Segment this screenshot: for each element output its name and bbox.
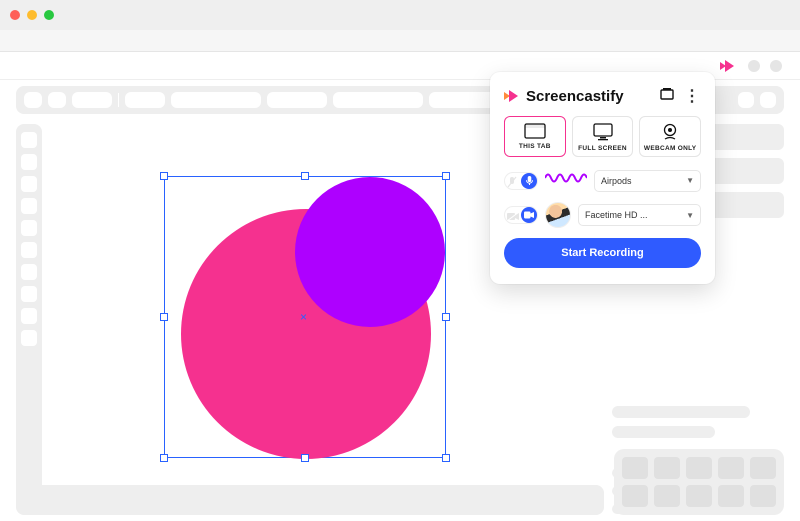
tool-slot[interactable] bbox=[21, 330, 37, 346]
swatch[interactable] bbox=[750, 485, 776, 507]
tool-slot[interactable] bbox=[21, 132, 37, 148]
resize-handle-w[interactable] bbox=[160, 313, 168, 321]
screencastify-popup: Screencastify ⋮ THIS TAB FULL SCREEN WEB… bbox=[490, 72, 715, 284]
camera-device-value: Facetime HD ... bbox=[585, 210, 648, 220]
brand-logo: Screencastify bbox=[504, 88, 624, 105]
mode-full-screen[interactable]: FULL SCREEN bbox=[572, 116, 634, 157]
mode-label: FULL SCREEN bbox=[578, 145, 627, 152]
video-camera-icon bbox=[524, 211, 534, 219]
bottom-bar bbox=[16, 485, 604, 515]
swatch-grid bbox=[614, 449, 784, 515]
resize-handle-ne[interactable] bbox=[442, 172, 450, 180]
audio-waveform-icon bbox=[545, 169, 587, 192]
screencastify-extension-icon[interactable] bbox=[720, 59, 738, 73]
mode-label: THIS TAB bbox=[519, 143, 551, 150]
mic-muted-icon bbox=[507, 175, 517, 193]
browser-titlebar bbox=[0, 0, 800, 30]
webcam-icon bbox=[660, 123, 680, 141]
maximize-window-icon[interactable] bbox=[44, 10, 54, 20]
microphone-row: Airpods ▼ bbox=[504, 169, 701, 192]
camera-device-select[interactable]: Facetime HD ... ▼ bbox=[578, 204, 701, 226]
tool-slot[interactable] bbox=[21, 242, 37, 258]
tool-slot[interactable] bbox=[21, 286, 37, 302]
webcam-preview-avatar bbox=[545, 202, 571, 228]
tool-slot[interactable] bbox=[21, 154, 37, 170]
selection-center-icon: × bbox=[300, 312, 307, 322]
camera-off-icon bbox=[507, 209, 519, 227]
swatch[interactable] bbox=[654, 457, 680, 479]
extension-placeholder-icon bbox=[770, 60, 782, 72]
menu-kebab-icon[interactable]: ⋮ bbox=[684, 86, 701, 106]
microphone-toggle[interactable] bbox=[504, 172, 538, 190]
tool-slot[interactable] bbox=[21, 220, 37, 236]
monitor-icon bbox=[592, 123, 614, 141]
chevron-down-icon: ▼ bbox=[686, 211, 694, 220]
browser-tab-strip bbox=[0, 30, 800, 52]
camera-toggle[interactable] bbox=[504, 206, 538, 224]
record-mode-tabs: THIS TAB FULL SCREEN WEBCAM ONLY bbox=[504, 116, 701, 157]
mode-label: WEBCAM ONLY bbox=[644, 145, 697, 152]
microphone-device-value: Airpods bbox=[601, 176, 632, 186]
tab-icon bbox=[524, 123, 546, 139]
swatch[interactable] bbox=[622, 457, 648, 479]
swatch[interactable] bbox=[718, 485, 744, 507]
mode-this-tab[interactable]: THIS TAB bbox=[504, 116, 566, 157]
brand-name: Screencastify bbox=[526, 88, 624, 105]
resize-handle-n[interactable] bbox=[301, 172, 309, 180]
resize-handle-e[interactable] bbox=[442, 313, 450, 321]
selection-box[interactable]: × bbox=[164, 176, 446, 458]
swatch[interactable] bbox=[686, 485, 712, 507]
window-controls bbox=[10, 10, 54, 20]
microphone-icon bbox=[525, 175, 534, 186]
resize-handle-nw[interactable] bbox=[160, 172, 168, 180]
close-window-icon[interactable] bbox=[10, 10, 20, 20]
swatch[interactable] bbox=[622, 485, 648, 507]
mode-webcam-only[interactable]: WEBCAM ONLY bbox=[639, 116, 701, 157]
brand-mark-icon bbox=[504, 89, 522, 103]
purple-circle-shape[interactable] bbox=[295, 177, 445, 327]
chevron-down-icon: ▼ bbox=[686, 176, 694, 185]
tool-slot[interactable] bbox=[21, 176, 37, 192]
microphone-device-select[interactable]: Airpods ▼ bbox=[594, 170, 701, 192]
swatch[interactable] bbox=[718, 457, 744, 479]
tool-slot[interactable] bbox=[21, 264, 37, 280]
swatch[interactable] bbox=[686, 457, 712, 479]
tool-slot[interactable] bbox=[21, 198, 37, 214]
extension-placeholder-icon bbox=[748, 60, 760, 72]
panel-placeholder bbox=[612, 426, 715, 438]
swatch[interactable] bbox=[654, 485, 680, 507]
panel-placeholder bbox=[612, 406, 750, 418]
start-recording-button[interactable]: Start Recording bbox=[504, 238, 701, 268]
tool-slot[interactable] bbox=[21, 308, 37, 324]
swatch[interactable] bbox=[750, 457, 776, 479]
library-icon[interactable] bbox=[660, 87, 674, 106]
minimize-window-icon[interactable] bbox=[27, 10, 37, 20]
camera-row: Facetime HD ... ▼ bbox=[504, 202, 701, 228]
